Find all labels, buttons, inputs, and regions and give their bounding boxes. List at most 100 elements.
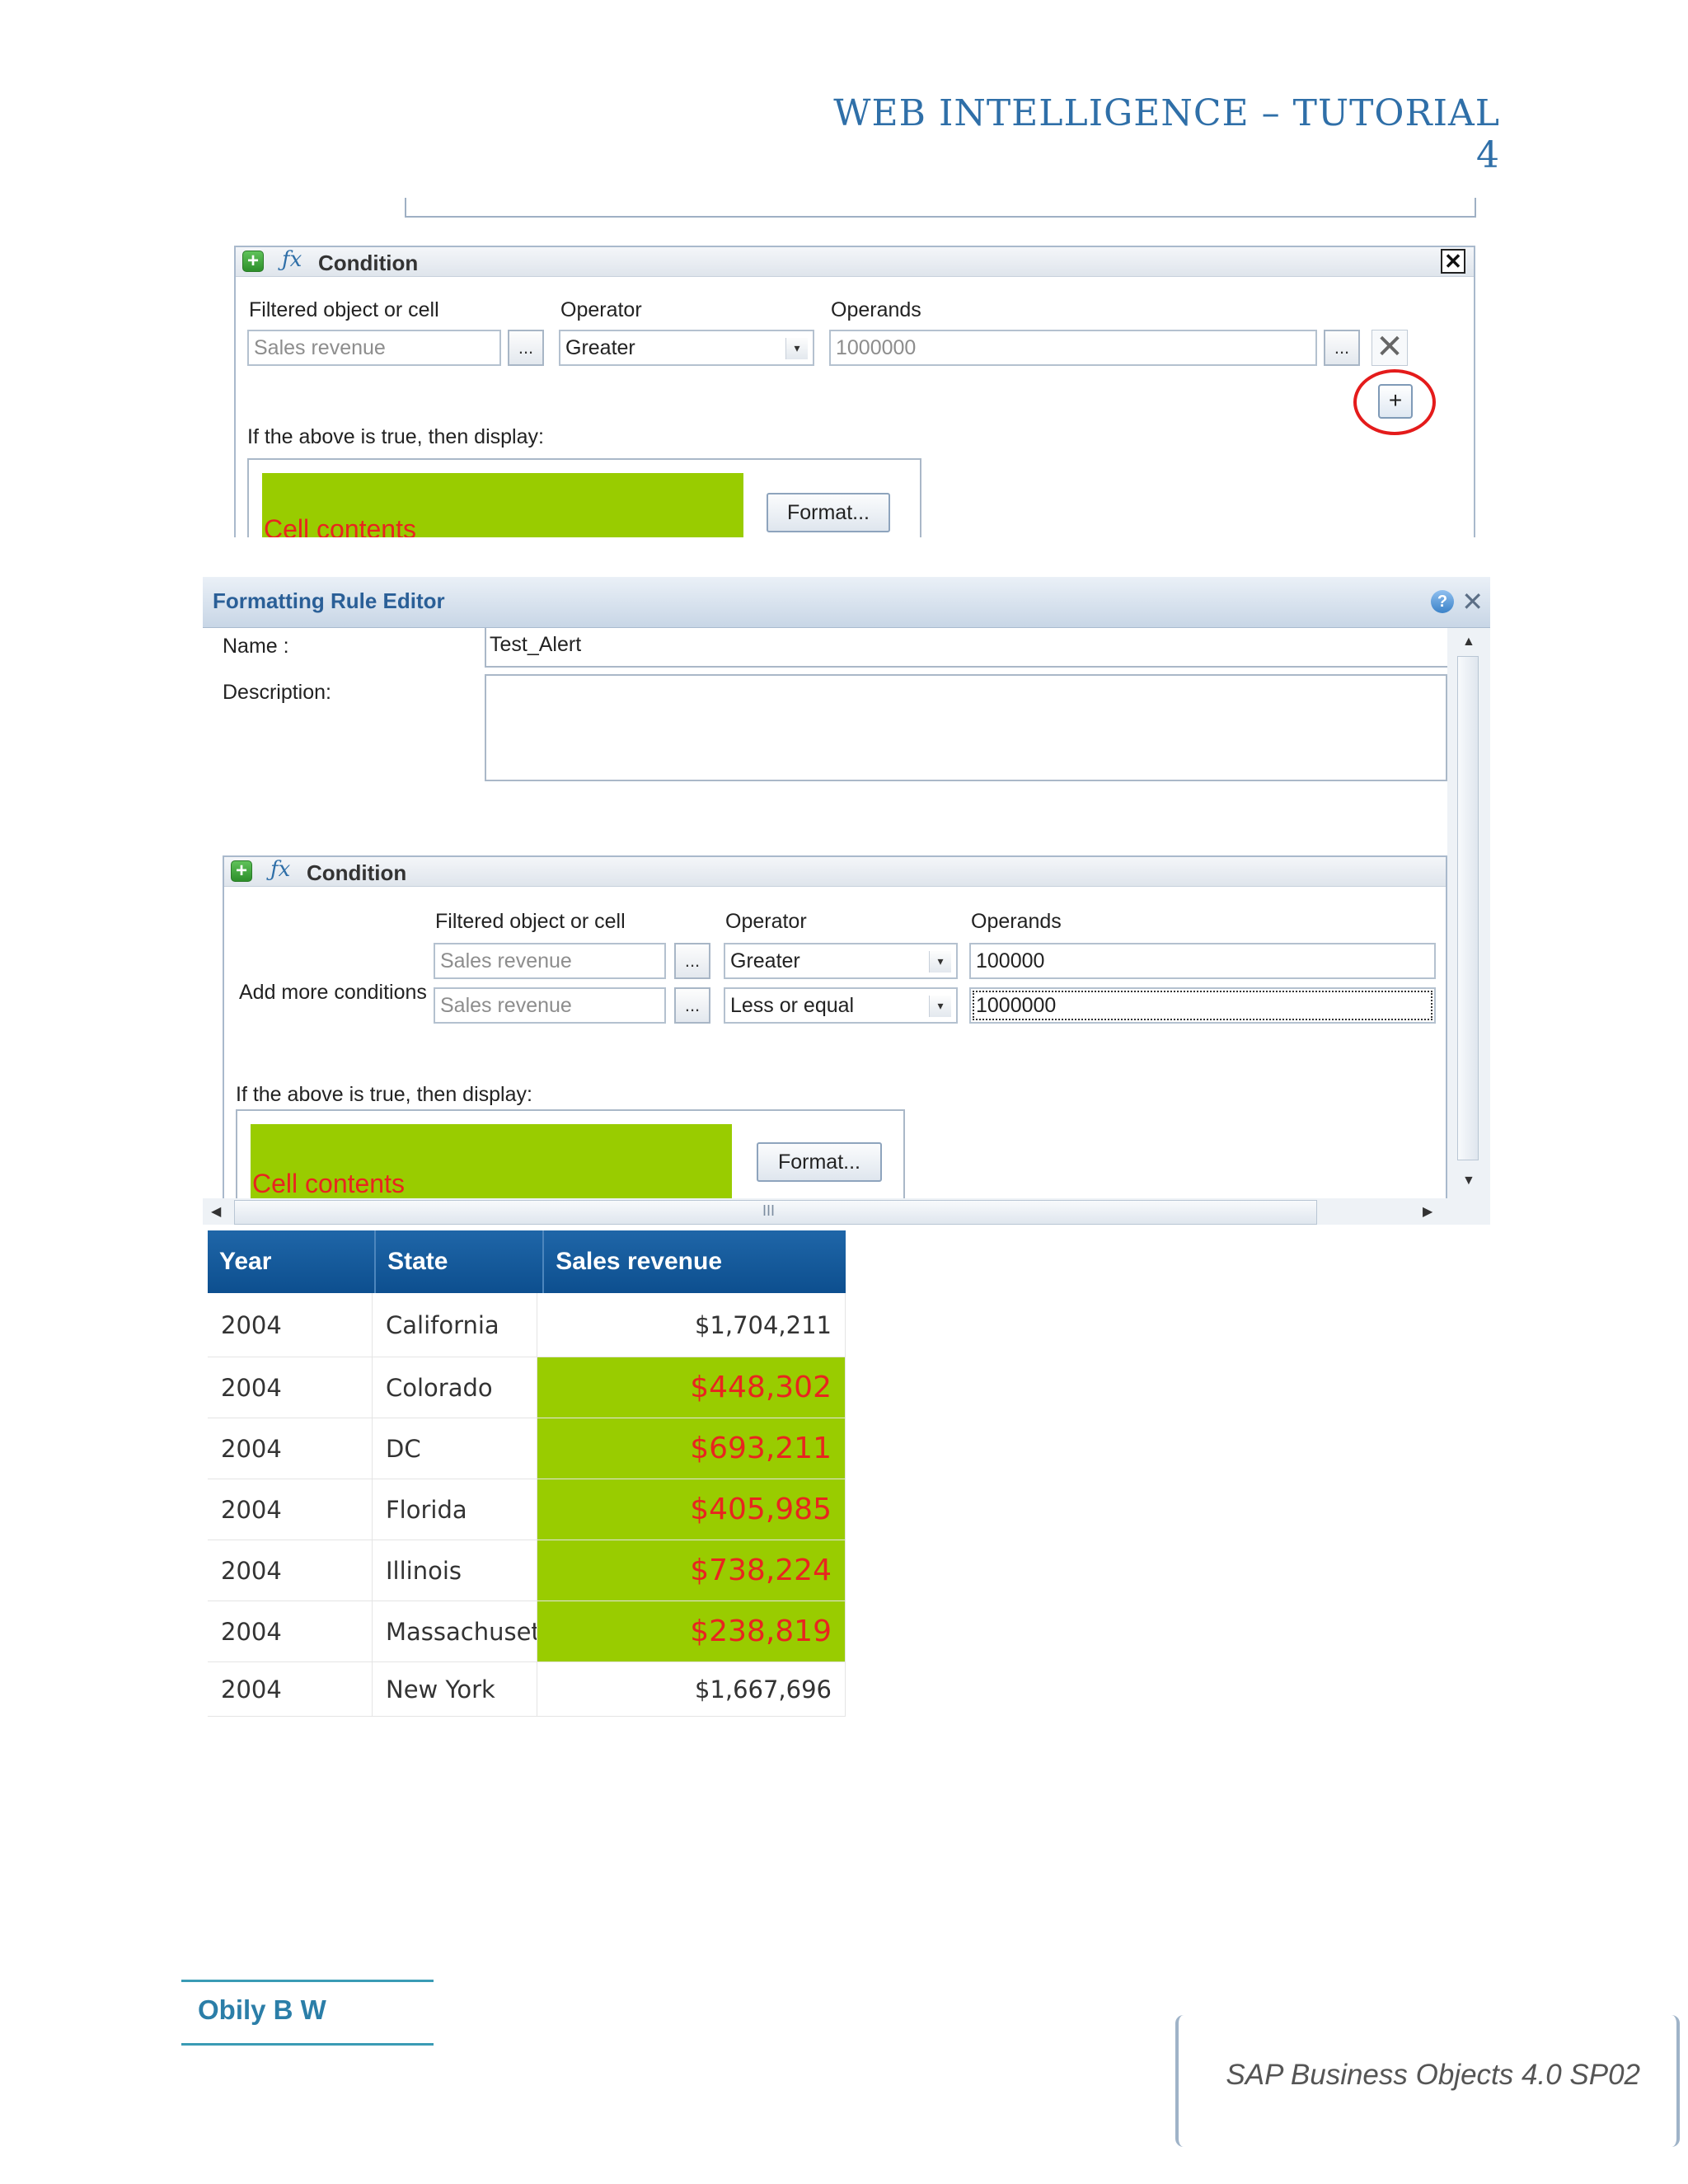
add-more-conditions-label: Add more conditions <box>239 981 427 1004</box>
filtered-object-input[interactable]: Sales revenue <box>434 943 666 979</box>
operand-picker-button[interactable]: ... <box>1324 330 1360 366</box>
add-condition-icon[interactable]: + <box>242 251 264 272</box>
page-header-title: WEB INTELLIGENCE – TUTORIAL 4 <box>833 92 1500 176</box>
cell-sales-revenue: $693,211 <box>537 1418 846 1479</box>
operator-select[interactable]: Greater ▾ <box>559 330 814 366</box>
fx-icon: ƒx <box>282 247 302 272</box>
operand-input[interactable]: 1000000 <box>969 987 1436 1024</box>
scroll-grip: III <box>762 1202 776 1219</box>
format-button[interactable]: Format... <box>767 493 890 532</box>
description-label: Description: <box>223 681 331 704</box>
formatting-rule-editor: Formatting Rule Editor ? ✕ Name : Test_A… <box>203 577 1490 1225</box>
condition-title: Condition <box>307 860 407 885</box>
horizontal-scroll-thumb[interactable]: III <box>234 1200 1317 1225</box>
cell-state: Colorado <box>373 1357 537 1418</box>
sales-table: Year State Sales revenue 2004 California $… <box>208 1230 846 1717</box>
display-label: If the above is true, then display: <box>247 425 544 448</box>
editor-title: Formatting Rule Editor <box>213 588 445 613</box>
table-row: 2004 Colorado $448,302 <box>208 1357 846 1418</box>
cell-sales-revenue: $448,302 <box>537 1357 846 1418</box>
display-preview-box: Cell contents Format... <box>247 458 921 537</box>
filtered-object-label: Filtered object or cell <box>435 910 626 933</box>
condition-header: + ƒx Condition <box>224 857 1446 887</box>
operator-select[interactable]: Greater ▾ <box>724 943 958 979</box>
format-button[interactable]: Format... <box>757 1142 882 1182</box>
scroll-up-icon[interactable]: ▲ <box>1462 635 1475 649</box>
cell-state: New York <box>373 1662 537 1717</box>
chevron-down-icon[interactable]: ▾ <box>929 996 951 1017</box>
operand-input[interactable]: 1000000 <box>829 330 1317 366</box>
object-picker-button[interactable]: ... <box>674 943 710 979</box>
condition-screenshot: + ƒx Condition ✕ Filtered object or cell… <box>204 198 1490 537</box>
horizontal-scrollbar[interactable]: ◀ III ▶ <box>203 1198 1490 1225</box>
table-row: 2004 New York $1,667,696 <box>208 1662 846 1717</box>
help-icon[interactable]: ? <box>1431 590 1454 613</box>
filtered-object-input[interactable]: Sales revenue <box>247 330 501 366</box>
cell-state: Massachusetts <box>373 1601 537 1662</box>
scroll-down-icon[interactable]: ▼ <box>1462 1174 1475 1188</box>
cell-sales-revenue: $238,819 <box>537 1601 846 1662</box>
operator-select[interactable]: Less or equal ▾ <box>724 987 958 1024</box>
footer-product: SAP Business Objects 4.0 SP02 <box>1226 2059 1640 2091</box>
cell-contents-preview: Cell contents <box>262 473 743 537</box>
table-row: 2004 Illinois $738,224 <box>208 1540 846 1601</box>
table-row: 2004 California $1,704,211 <box>208 1293 846 1357</box>
operator-value: Greater <box>565 336 635 359</box>
cell-year: 2004 <box>208 1540 373 1601</box>
scroll-right-icon[interactable]: ▶ <box>1423 1203 1432 1220</box>
operator-label: Operator <box>725 910 807 933</box>
header-state[interactable]: State <box>376 1230 545 1293</box>
description-input[interactable] <box>485 674 1447 781</box>
cell-year: 2004 <box>208 1418 373 1479</box>
cell-state: Florida <box>373 1479 537 1540</box>
cell-state: Illinois <box>373 1540 537 1601</box>
author-name: Obily B W <box>198 1994 326 2025</box>
cell-contents-preview: Cell contents <box>251 1124 732 1200</box>
condition-header: + ƒx Condition ✕ <box>236 247 1474 277</box>
condition-panel: + ƒx Condition ✕ Filtered object or cell… <box>234 246 1475 537</box>
table-row: 2004 Florida $405,985 <box>208 1479 846 1540</box>
cell-sales-revenue: $405,985 <box>537 1479 846 1540</box>
operand-input[interactable]: 100000 <box>969 943 1436 979</box>
name-input[interactable]: Test_Alert <box>485 628 1447 668</box>
display-label: If the above is true, then display: <box>236 1083 532 1106</box>
chevron-down-icon[interactable]: ▾ <box>929 951 951 972</box>
object-picker-button[interactable]: ... <box>674 987 710 1024</box>
name-label: Name : <box>223 635 289 658</box>
add-condition-button[interactable]: + <box>1378 384 1413 419</box>
table-body: 2004 California $1,704,211 2004 Colorado $448… <box>208 1293 846 1717</box>
scroll-left-icon[interactable]: ◀ <box>211 1203 221 1220</box>
cell-year: 2004 <box>208 1293 373 1357</box>
cell-sales-revenue: $1,667,696 <box>537 1662 846 1717</box>
chevron-down-icon[interactable]: ▾ <box>785 338 808 359</box>
table-row: 2004 DC $693,211 <box>208 1418 846 1479</box>
table-header-row: Year State Sales revenue <box>208 1230 846 1293</box>
cell-year: 2004 <box>208 1601 373 1662</box>
cell-sales-revenue: $738,224 <box>537 1540 846 1601</box>
remove-condition-icon[interactable]: ✕ <box>1372 330 1408 366</box>
header-sales-revenue[interactable]: Sales revenue <box>544 1230 846 1293</box>
operands-label: Operands <box>831 298 921 321</box>
description-field-edge <box>405 198 1476 218</box>
operator-value: Greater <box>730 949 800 972</box>
filtered-object-label: Filtered object or cell <box>249 298 439 321</box>
vertical-scroll-thumb[interactable] <box>1457 656 1479 1160</box>
vertical-scrollbar[interactable]: ▲ ▼ <box>1447 628 1490 1198</box>
operator-value: Less or equal <box>730 994 855 1017</box>
condition-panel: + ƒx Condition Filtered object or cell O… <box>223 855 1447 1225</box>
operator-label: Operator <box>560 298 642 321</box>
editor-content: Name : Test_Alert Description: + ƒx Cond… <box>203 628 1447 1225</box>
close-icon[interactable]: ✕ <box>1461 588 1484 615</box>
object-picker-button[interactable]: ... <box>508 330 544 366</box>
header-year[interactable]: Year <box>208 1230 377 1293</box>
editor-titlebar: Formatting Rule Editor ? ✕ <box>203 577 1490 628</box>
cell-year: 2004 <box>208 1479 373 1540</box>
cell-year: 2004 <box>208 1662 373 1717</box>
cell-sales-revenue: $1,704,211 <box>537 1293 846 1357</box>
condition-title: Condition <box>318 251 419 275</box>
table-row: 2004Massachusetts$238,819 <box>208 1601 846 1662</box>
filtered-object-input[interactable]: Sales revenue <box>434 987 666 1024</box>
operands-label: Operands <box>971 910 1062 933</box>
add-condition-icon[interactable]: + <box>231 860 252 882</box>
close-icon[interactable]: ✕ <box>1441 249 1465 274</box>
